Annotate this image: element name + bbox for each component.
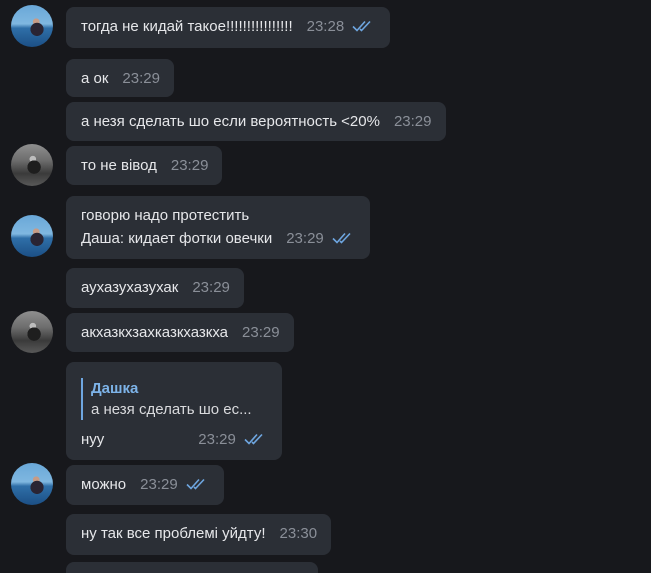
avatar[interactable]	[11, 215, 53, 257]
message-text: нуу	[81, 431, 105, 448]
message-time: 23:29	[170, 157, 209, 174]
message-time: 23:30	[279, 525, 318, 542]
chat-history: тогда не кидай такое!!!!!!!!!!!!!!!! 23:2…	[0, 0, 651, 573]
double-check-icon	[352, 20, 371, 32]
message-bubble[interactable]: тогда не кидай такое!!!!!!!!!!!!!!!! 23:2…	[66, 7, 391, 48]
reply-preview[interactable]: Дашка а незя сделать шо ес...	[81, 378, 268, 420]
message-bubble[interactable]: говорю надо протестить Даша: кидает фотк…	[66, 196, 370, 259]
message-bubble[interactable]: Дашка а незя сделать шо ес... нуу 23:29	[66, 362, 282, 460]
message-text: то не вівод	[81, 157, 157, 174]
double-check-icon	[186, 478, 205, 490]
message-text-line: Даша: кидает фотки овечки	[81, 230, 273, 247]
message-text: акхазкхзахказкхазкха	[81, 324, 229, 341]
message-time: 23:29	[393, 113, 432, 130]
message-time: 23:29	[286, 230, 324, 247]
avatar[interactable]	[11, 463, 53, 505]
avatar[interactable]	[11, 5, 53, 47]
message-bubble[interactable]: а незя сделать шо если вероятность <20% 2…	[66, 102, 446, 141]
double-check-icon	[244, 433, 263, 445]
message-text-line: говорю надо протестить	[81, 207, 250, 224]
message-time: 23:29	[242, 324, 280, 341]
message-bubble[interactable]: то не вівод 23:29	[66, 146, 223, 185]
double-check-icon	[332, 232, 351, 244]
reply-author: Дашка	[91, 380, 139, 397]
message-bubble-partial[interactable]	[66, 562, 318, 573]
message-time: 23:29	[198, 431, 236, 448]
avatar[interactable]	[11, 144, 53, 186]
message-bubble[interactable]: аухазухазухак 23:29	[66, 268, 244, 308]
message-bubble[interactable]: а ок 23:29	[66, 59, 174, 97]
message-time: 23:28	[306, 18, 345, 35]
avatar[interactable]	[11, 311, 53, 353]
message-text: ну так все проблемі уйдту!	[81, 525, 266, 542]
reply-quote: а незя сделать шо ес...	[91, 401, 252, 418]
message-bubble[interactable]: ну так все проблемі уйдту! 23:30	[66, 514, 332, 555]
message-bubble[interactable]: можно 23:29	[66, 465, 224, 505]
message-text: тогда не кидай такое!!!!!!!!!!!!!!!!	[81, 18, 293, 35]
message-text: можно	[81, 476, 127, 493]
message-time: 23:29	[140, 476, 178, 493]
message-text: а незя сделать шо если вероятность <20%	[81, 113, 380, 130]
message-bubble[interactable]: акхазкхзахказкхазкха 23:29	[66, 313, 294, 352]
message-text: аухазухазухак	[81, 279, 179, 296]
message-time: 23:29	[192, 279, 230, 296]
message-time: 23:29	[122, 70, 160, 87]
message-text: а ок	[81, 70, 109, 87]
